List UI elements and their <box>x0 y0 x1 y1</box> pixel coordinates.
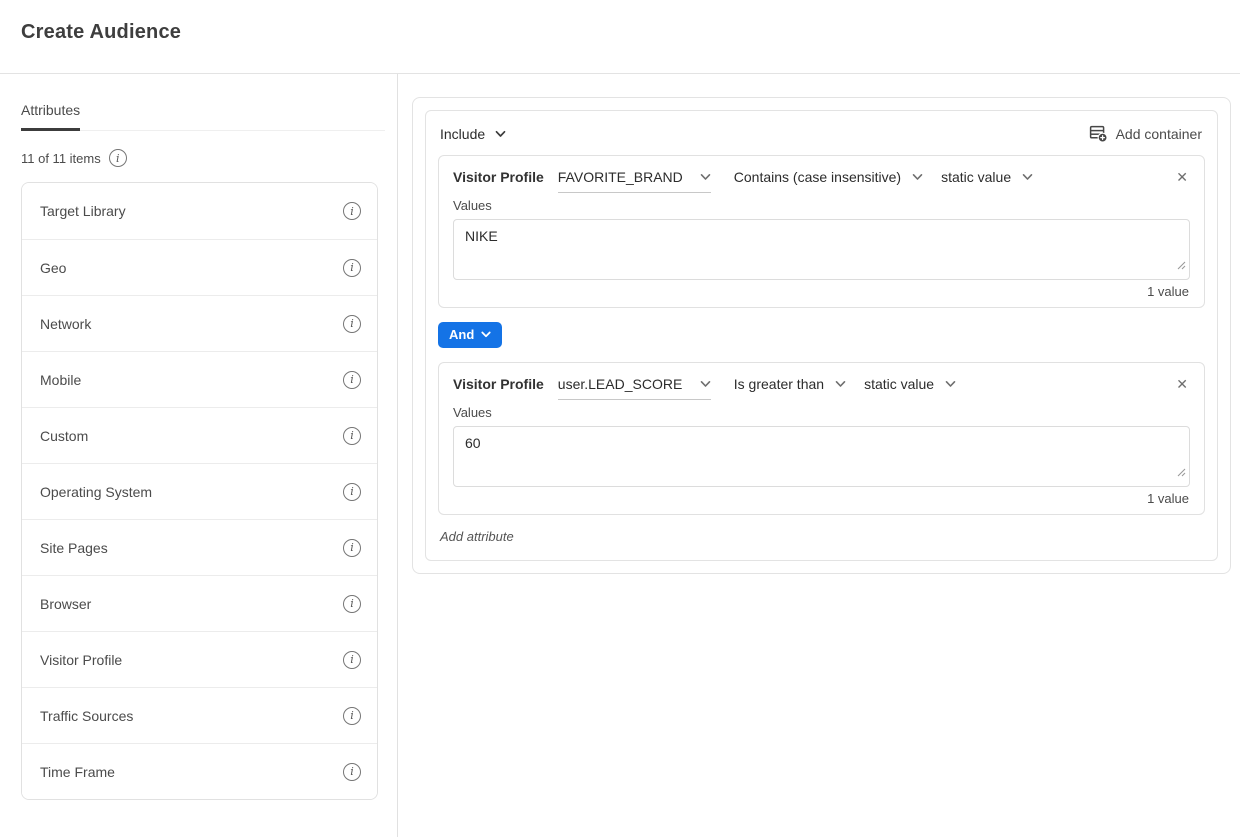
values-textarea[interactable]: NIKE <box>453 219 1190 280</box>
sidebar-item-custom[interactable]: Custom i <box>22 407 377 463</box>
attribute-value: FAVORITE_BRAND <box>558 169 683 185</box>
and-operator-dropdown[interactable]: And <box>438 322 502 348</box>
main-split: Attributes 11 of 11 items i Target Libra… <box>0 74 1240 837</box>
sidebar-tabbar: Attributes <box>21 102 385 131</box>
value-type-value: static value <box>941 169 1011 185</box>
info-circle-icon[interactable]: i <box>343 259 361 277</box>
value-type-select[interactable]: static value <box>941 169 1033 185</box>
page-title: Create Audience <box>21 21 1240 44</box>
values-label: Values <box>453 198 1190 213</box>
sidebar-item-visitor-profile[interactable]: Visitor Profile i <box>22 631 377 687</box>
operator-value: Contains (case insensitive) <box>734 169 901 185</box>
attribute-category-list: Target Library i Geo i Network i Mobile … <box>21 182 378 800</box>
sidebar-item-mobile[interactable]: Mobile i <box>22 351 377 407</box>
sidebar-item-label: Network <box>40 316 91 332</box>
value-count-label: 1 value <box>453 491 1190 506</box>
rule-category-label: Visitor Profile <box>453 169 544 185</box>
operator-select[interactable]: Contains (case insensitive) <box>734 169 923 185</box>
info-circle-icon[interactable]: i <box>343 202 361 220</box>
info-circle-icon[interactable]: i <box>343 539 361 557</box>
items-count-row: 11 of 11 items i <box>21 149 385 167</box>
info-circle-icon[interactable]: i <box>109 149 127 167</box>
chevron-down-icon <box>945 380 956 388</box>
attributes-sidebar: Attributes 11 of 11 items i Target Libra… <box>0 74 398 837</box>
tab-attributes[interactable]: Attributes <box>21 102 80 131</box>
rule-category-label: Visitor Profile <box>453 376 544 392</box>
attribute-value: user.LEAD_SCORE <box>558 376 683 392</box>
add-container-label: Add container <box>1116 126 1202 142</box>
close-x-icon: ✕ <box>1176 169 1188 185</box>
info-circle-icon[interactable]: i <box>343 595 361 613</box>
sidebar-item-time-frame[interactable]: Time Frame i <box>22 743 377 799</box>
sidebar-item-label: Time Frame <box>40 764 115 780</box>
value-type-value: static value <box>864 376 934 392</box>
items-count-label: 11 of 11 items <box>21 151 101 166</box>
values-label: Values <box>453 405 1190 420</box>
sidebar-item-geo[interactable]: Geo i <box>22 239 377 295</box>
sidebar-item-network[interactable]: Network i <box>22 295 377 351</box>
sidebar-item-operating-system[interactable]: Operating System i <box>22 463 377 519</box>
chevron-down-icon <box>495 130 506 138</box>
info-circle-icon[interactable]: i <box>343 651 361 669</box>
container-header: Include <box>438 111 1205 155</box>
rule-card: Visitor Profile FAVORITE_BRAND Contains … <box>438 155 1205 308</box>
and-label: And <box>449 327 474 342</box>
rule-card: Visitor Profile user.LEAD_SCORE Is great… <box>438 362 1205 515</box>
sidebar-item-label: Geo <box>40 260 66 276</box>
chevron-down-icon <box>700 173 711 181</box>
attribute-select[interactable]: user.LEAD_SCORE <box>558 376 711 400</box>
page-header: Create Audience <box>0 0 1240 74</box>
operator-select[interactable]: Is greater than <box>734 376 846 392</box>
chevron-down-icon <box>481 331 491 338</box>
remove-rule-button[interactable]: ✕ <box>1174 170 1190 184</box>
sidebar-item-label: Operating System <box>40 484 152 500</box>
value-count-label: 1 value <box>453 284 1190 299</box>
info-circle-icon[interactable]: i <box>343 707 361 725</box>
sidebar-item-label: Site Pages <box>40 540 108 556</box>
info-circle-icon[interactable]: i <box>343 763 361 781</box>
audience-builder-canvas: Include <box>398 74 1240 837</box>
attribute-select[interactable]: FAVORITE_BRAND <box>558 169 711 193</box>
add-container-icon <box>1089 124 1108 143</box>
add-attribute-link[interactable]: Add attribute <box>440 529 514 544</box>
sidebar-item-label: Custom <box>40 428 88 444</box>
container-type-dropdown[interactable]: Include <box>440 126 506 142</box>
sidebar-item-label: Target Library <box>40 203 126 219</box>
close-x-icon: ✕ <box>1176 376 1188 392</box>
rule-row: Visitor Profile user.LEAD_SCORE Is great… <box>453 376 1190 392</box>
sidebar-item-target-library[interactable]: Target Library i <box>22 183 377 239</box>
chevron-down-icon <box>835 380 846 388</box>
values-field-wrap: NIKE <box>453 219 1190 280</box>
chevron-down-icon <box>700 380 711 388</box>
info-circle-icon[interactable]: i <box>343 371 361 389</box>
container-type-label: Include <box>440 126 485 142</box>
add-container-button[interactable]: Add container <box>1089 124 1202 143</box>
sidebar-item-label: Mobile <box>40 372 81 388</box>
sidebar-item-browser[interactable]: Browser i <box>22 575 377 631</box>
rules-outer-container: Include <box>412 97 1231 574</box>
values-textarea[interactable]: 60 <box>453 426 1190 487</box>
chevron-down-icon <box>912 173 923 181</box>
sidebar-item-label: Browser <box>40 596 91 612</box>
remove-rule-button[interactable]: ✕ <box>1174 377 1190 391</box>
include-container: Include <box>425 110 1218 561</box>
sidebar-item-site-pages[interactable]: Site Pages i <box>22 519 377 575</box>
rule-row: Visitor Profile FAVORITE_BRAND Contains … <box>453 169 1190 185</box>
value-type-select[interactable]: static value <box>864 376 956 392</box>
operator-value: Is greater than <box>734 376 824 392</box>
sidebar-item-traffic-sources[interactable]: Traffic Sources i <box>22 687 377 743</box>
sidebar-item-label: Traffic Sources <box>40 708 133 724</box>
info-circle-icon[interactable]: i <box>343 427 361 445</box>
chevron-down-icon <box>1022 173 1033 181</box>
values-field-wrap: 60 <box>453 426 1190 487</box>
sidebar-item-label: Visitor Profile <box>40 652 122 668</box>
info-circle-icon[interactable]: i <box>343 315 361 333</box>
info-circle-icon[interactable]: i <box>343 483 361 501</box>
